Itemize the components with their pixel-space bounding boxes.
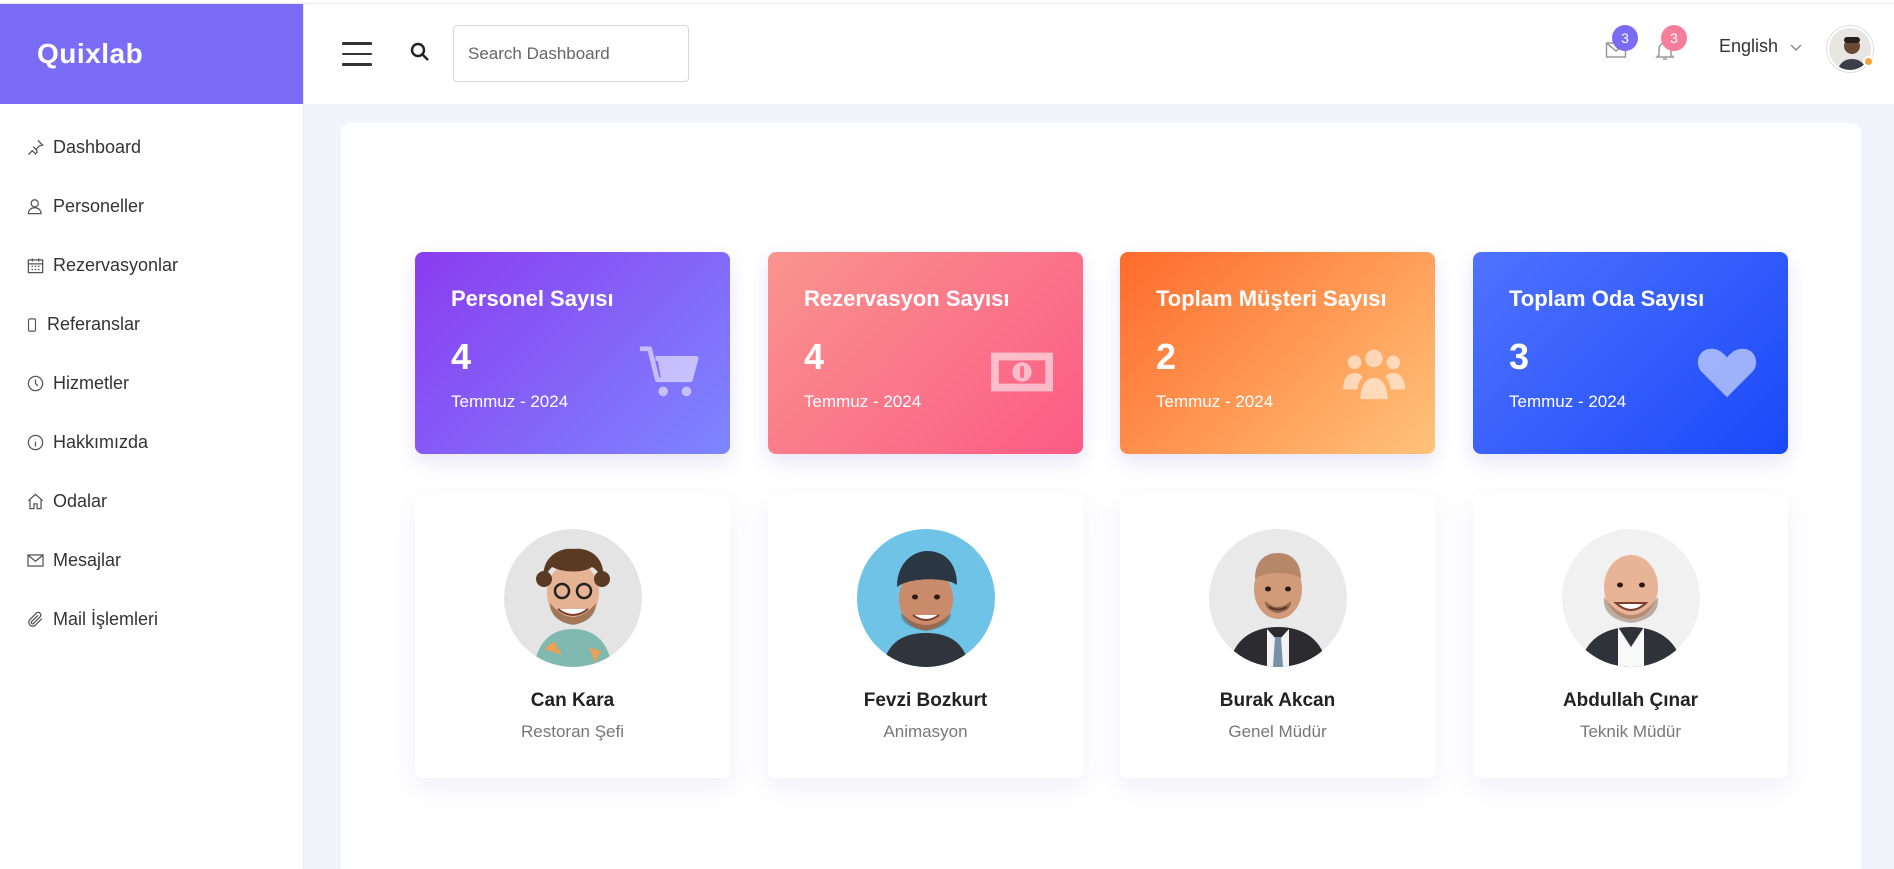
sidebar-item-label: Rezervasyonlar: [53, 255, 179, 275]
info-icon: [24, 432, 46, 454]
sidebar-item-label: Mesajlar: [53, 550, 122, 570]
sidebar-item-mesajlar[interactable]: Mesajlar: [0, 531, 303, 590]
sidebar-item-dashboard[interactable]: Dashboard: [0, 118, 303, 177]
staff-photo: [1561, 529, 1700, 667]
staff-name: Fevzi Bozkurt: [863, 690, 988, 711]
sidebar-item-odalar[interactable]: Odalar: [0, 472, 303, 531]
sidebar-item-mail-islemleri[interactable]: Mail İşlemleri: [0, 590, 303, 649]
hamburger-menu-icon[interactable]: [342, 42, 372, 66]
clock-icon: [24, 373, 46, 395]
online-status-dot: [1863, 56, 1874, 67]
staff-card[interactable]: Burak Akcan Genel Müdür: [1120, 493, 1435, 778]
stat-title: Rezervasyon Sayısı: [804, 286, 1010, 311]
notification-badge: 3: [1661, 25, 1687, 51]
sidebar-item-label: Mail İşlemleri: [53, 609, 159, 629]
stat-card-oda[interactable]: Toplam Oda Sayısı 3 Temmuz - 2024: [1473, 252, 1788, 454]
sidebar-item-label: Hakkımızda: [53, 432, 149, 452]
phone-icon: [24, 314, 40, 336]
staff-photo: [856, 529, 995, 667]
stat-card-personel[interactable]: Personel Sayısı 4 Temmuz - 2024: [415, 252, 730, 454]
language-label: English: [1719, 36, 1779, 56]
language-selector[interactable]: English: [1719, 36, 1804, 57]
sidebar: Quixlab Dashboard Personeller Rezervasyo…: [0, 4, 304, 869]
sidebar-item-label: Referanslar: [47, 314, 141, 334]
stat-title: Personel Sayısı: [451, 286, 614, 311]
stat-card-rezervasyon[interactable]: Rezervasyon Sayısı 4 Temmuz - 2024: [768, 252, 1083, 454]
heart-icon: [1696, 344, 1758, 400]
mail-notification-button[interactable]: 3: [1604, 25, 1638, 64]
envelope-icon: [24, 550, 46, 572]
staff-role: Genel Müdür: [1228, 722, 1327, 741]
sidebar-item-rezervasyonlar[interactable]: Rezervasyonlar: [0, 236, 303, 295]
staff-role: Restoran Şefi: [521, 722, 624, 741]
users-icon: [1343, 344, 1405, 400]
sidebar-item-referanslar[interactable]: Referanslar: [0, 295, 303, 354]
sidebar-item-hizmetler[interactable]: Hizmetler: [0, 354, 303, 413]
brand-name: Quixlab: [37, 38, 144, 69]
sidebar-menu: Dashboard Personeller Rezervasyonlar Ref…: [0, 104, 303, 649]
sidebar-item-label: Hizmetler: [53, 373, 130, 393]
stat-title: Toplam Müşteri Sayısı: [1156, 286, 1387, 311]
sidebar-item-label: Dashboard: [53, 137, 142, 157]
staff-name: Abdullah Çınar: [1562, 690, 1699, 711]
staff-photo: [503, 529, 642, 667]
stat-title: Toplam Oda Sayısı: [1509, 286, 1705, 311]
sidebar-item-label: Odalar: [53, 491, 108, 511]
brand-logo[interactable]: Quixlab: [0, 4, 303, 104]
staff-name: Burak Akcan: [1219, 690, 1336, 711]
stat-card-musteri[interactable]: Toplam Müşteri Sayısı 2 Temmuz - 2024: [1120, 252, 1435, 454]
staff-card[interactable]: Fevzi Bozkurt Animasyon: [768, 493, 1083, 778]
staff-card[interactable]: Abdullah Çınar Teknik Müdür: [1473, 493, 1788, 778]
staff-photo: [1208, 529, 1347, 667]
pin-icon: [24, 137, 46, 159]
cart-icon: [638, 344, 700, 400]
staff-role: Teknik Müdür: [1579, 722, 1682, 741]
home-icon: [24, 491, 46, 513]
staff-role: Animasyon: [883, 722, 968, 741]
calendar-icon: [24, 255, 46, 277]
main-panel: Personel Sayısı 4 Temmuz - 2024 Rezervas…: [341, 123, 1861, 869]
paperclip-icon: [24, 609, 46, 631]
money-icon: [991, 344, 1053, 400]
chevron-down-icon: [1790, 44, 1802, 51]
sidebar-item-personeller[interactable]: Personeller: [0, 177, 303, 236]
sidebar-item-label: Personeller: [53, 196, 145, 216]
staff-name: Can Kara: [530, 690, 615, 711]
search-input[interactable]: [453, 25, 689, 82]
sidebar-item-hakkimizda[interactable]: Hakkımızda: [0, 413, 303, 472]
staff-card[interactable]: Can Kara Restoran Şefi: [415, 493, 730, 778]
top-header: 3 3 English: [304, 4, 1894, 104]
top-border: [0, 0, 1894, 4]
notification-button[interactable]: 3: [1653, 25, 1687, 64]
user-icon: [24, 196, 46, 218]
search-icon[interactable]: [408, 40, 432, 64]
mail-badge: 3: [1612, 25, 1638, 51]
